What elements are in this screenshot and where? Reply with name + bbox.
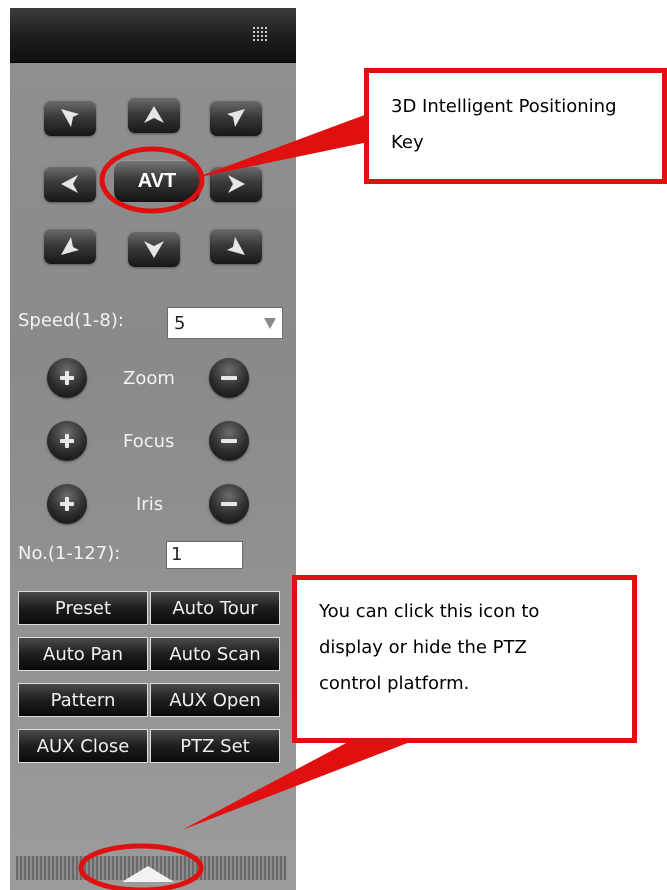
arrow-down-button[interactable] bbox=[128, 231, 180, 267]
minus-icon bbox=[221, 439, 237, 443]
toggle-callout-line: You can click this icon to bbox=[319, 601, 540, 622]
preset-number-label: No.(1-127): bbox=[18, 543, 121, 564]
preset-button[interactable]: Preset bbox=[18, 591, 148, 625]
minus-icon bbox=[221, 376, 237, 380]
plus-icon bbox=[60, 371, 74, 385]
aux-open-button[interactable]: AUX Open bbox=[150, 683, 280, 717]
aux-close-button[interactable]: AUX Close bbox=[18, 729, 148, 763]
auto-scan-button[interactable]: Auto Scan bbox=[150, 637, 280, 671]
speed-label: Speed(1-8): bbox=[18, 310, 124, 331]
arrow-up-right-button[interactable] bbox=[210, 100, 262, 136]
auto-tour-button[interactable]: Auto Tour bbox=[150, 591, 280, 625]
arrow-right-icon bbox=[228, 175, 245, 193]
pattern-button[interactable]: Pattern bbox=[18, 683, 148, 717]
arrow-up-button[interactable] bbox=[128, 97, 180, 133]
positioning-callout-line: Key bbox=[391, 132, 424, 153]
ptz-set-button[interactable]: PTZ Set bbox=[150, 729, 280, 763]
preset-number-input[interactable]: 1 bbox=[166, 541, 243, 569]
arrow-up-left-button[interactable] bbox=[44, 100, 96, 136]
iris-close-button[interactable] bbox=[209, 484, 249, 524]
arrow-left-button[interactable] bbox=[44, 166, 96, 202]
positioning-callout: 3D Intelligent Positioning Key bbox=[364, 68, 667, 184]
toggle-callout: You can click this icon to display or hi… bbox=[292, 575, 637, 743]
grip-icon[interactable] bbox=[252, 26, 268, 42]
arrow-up-left-icon bbox=[61, 109, 79, 127]
zoom-out-button[interactable] bbox=[209, 358, 249, 398]
iris-label: Iris bbox=[136, 494, 164, 515]
zoom-label: Zoom bbox=[123, 368, 175, 389]
zoom-in-button[interactable] bbox=[47, 358, 87, 398]
arrow-up-icon bbox=[144, 106, 164, 123]
arrow-right-button[interactable] bbox=[210, 166, 262, 202]
arrow-down-left-button[interactable] bbox=[44, 228, 96, 264]
positioning-callout-line: 3D Intelligent Positioning bbox=[391, 96, 617, 117]
focus-far-button[interactable] bbox=[209, 421, 249, 461]
arrow-down-right-button[interactable] bbox=[210, 228, 262, 264]
iris-open-button[interactable] bbox=[47, 484, 87, 524]
arrow-up-right-icon bbox=[227, 109, 245, 127]
focus-label: Focus bbox=[123, 431, 175, 452]
plus-icon bbox=[60, 434, 74, 448]
triangle-up-icon[interactable] bbox=[122, 866, 174, 882]
minus-icon bbox=[221, 502, 237, 506]
avt-3d-positioning-button[interactable]: AVT bbox=[114, 160, 200, 202]
speed-select[interactable]: 5 bbox=[167, 307, 283, 339]
arrow-down-left-icon bbox=[61, 237, 79, 255]
arrow-down-icon bbox=[144, 241, 164, 258]
focus-near-button[interactable] bbox=[47, 421, 87, 461]
auto-pan-button[interactable]: Auto Pan bbox=[18, 637, 148, 671]
speed-value: 5 bbox=[174, 312, 186, 334]
panel-title-bar[interactable] bbox=[10, 8, 296, 63]
toggle-callout-line: display or hide the PTZ bbox=[319, 637, 527, 658]
chevron-down-icon[interactable] bbox=[264, 318, 276, 329]
arrow-down-right-icon bbox=[227, 237, 245, 255]
toggle-callout-line: control platform. bbox=[319, 673, 470, 694]
plus-icon bbox=[60, 497, 74, 511]
arrow-left-icon bbox=[61, 175, 78, 193]
